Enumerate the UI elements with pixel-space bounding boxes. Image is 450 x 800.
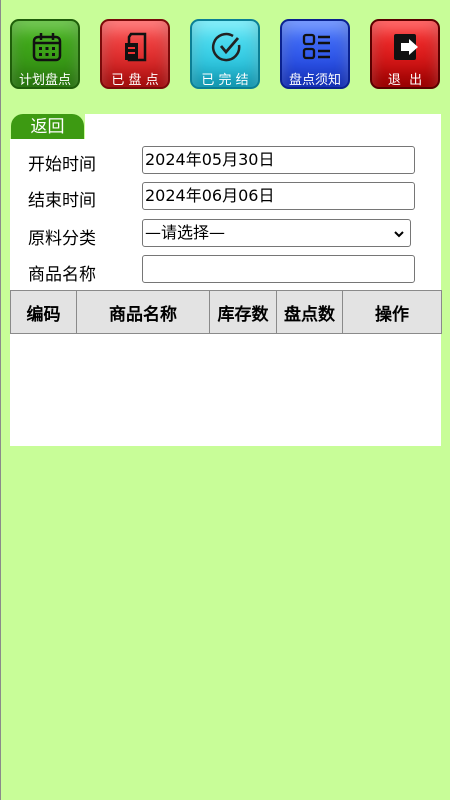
inventory-notice-label: 盘点须知 (288, 73, 341, 88)
start-time-field[interactable]: 2024年05月30日 (142, 146, 415, 174)
calendar-icon (32, 33, 62, 62)
category-select[interactable]: —请选择— (142, 219, 411, 247)
table-header-row: 编码 商品名称 库存数 盘点数 操作 (10, 290, 442, 334)
exit-icon (394, 34, 418, 60)
column-header-stock: 库存数 (209, 290, 277, 334)
column-header-product-name: 商品名称 (76, 290, 210, 334)
category-label: 原料分类 (28, 229, 96, 249)
check-circle-icon (211, 32, 241, 62)
exit-label: 退 出 (387, 73, 423, 88)
product-name-field[interactable] (142, 255, 415, 283)
document-icon (125, 32, 147, 62)
left-frame-border (0, 0, 1, 800)
product-name-label: 商品名称 (28, 265, 96, 285)
end-time-label: 结束时间 (28, 191, 96, 211)
completed-label: 已 完 结 (201, 73, 249, 88)
counted-label: 已 盘 点 (111, 73, 159, 88)
top-toolbar: 计划盘点 已 盘 点 已 完 结 盘点须知 退 出 (10, 19, 442, 91)
column-header-code: 编码 (10, 290, 77, 334)
completed-button[interactable]: 已 完 结 (190, 19, 260, 89)
inventory-table: 编码 商品名称 库存数 盘点数 操作 (10, 290, 442, 334)
chevron-down-icon (394, 231, 404, 238)
column-header-counted: 盘点数 (276, 290, 343, 334)
inventory-notice-button[interactable]: 盘点须知 (280, 19, 350, 89)
counted-button[interactable]: 已 盘 点 (100, 19, 170, 89)
plan-inventory-label: 计划盘点 (18, 73, 71, 88)
category-selected-text: —请选择— (145, 223, 226, 242)
exit-button[interactable]: 退 出 (370, 19, 440, 89)
end-time-field[interactable]: 2024年06月06日 (142, 182, 415, 210)
list-icon (302, 33, 330, 60)
plan-inventory-button[interactable]: 计划盘点 (10, 19, 80, 89)
start-time-label: 开始时间 (28, 155, 96, 175)
back-button[interactable]: 返回 (11, 114, 84, 139)
column-header-action: 操作 (342, 290, 442, 334)
